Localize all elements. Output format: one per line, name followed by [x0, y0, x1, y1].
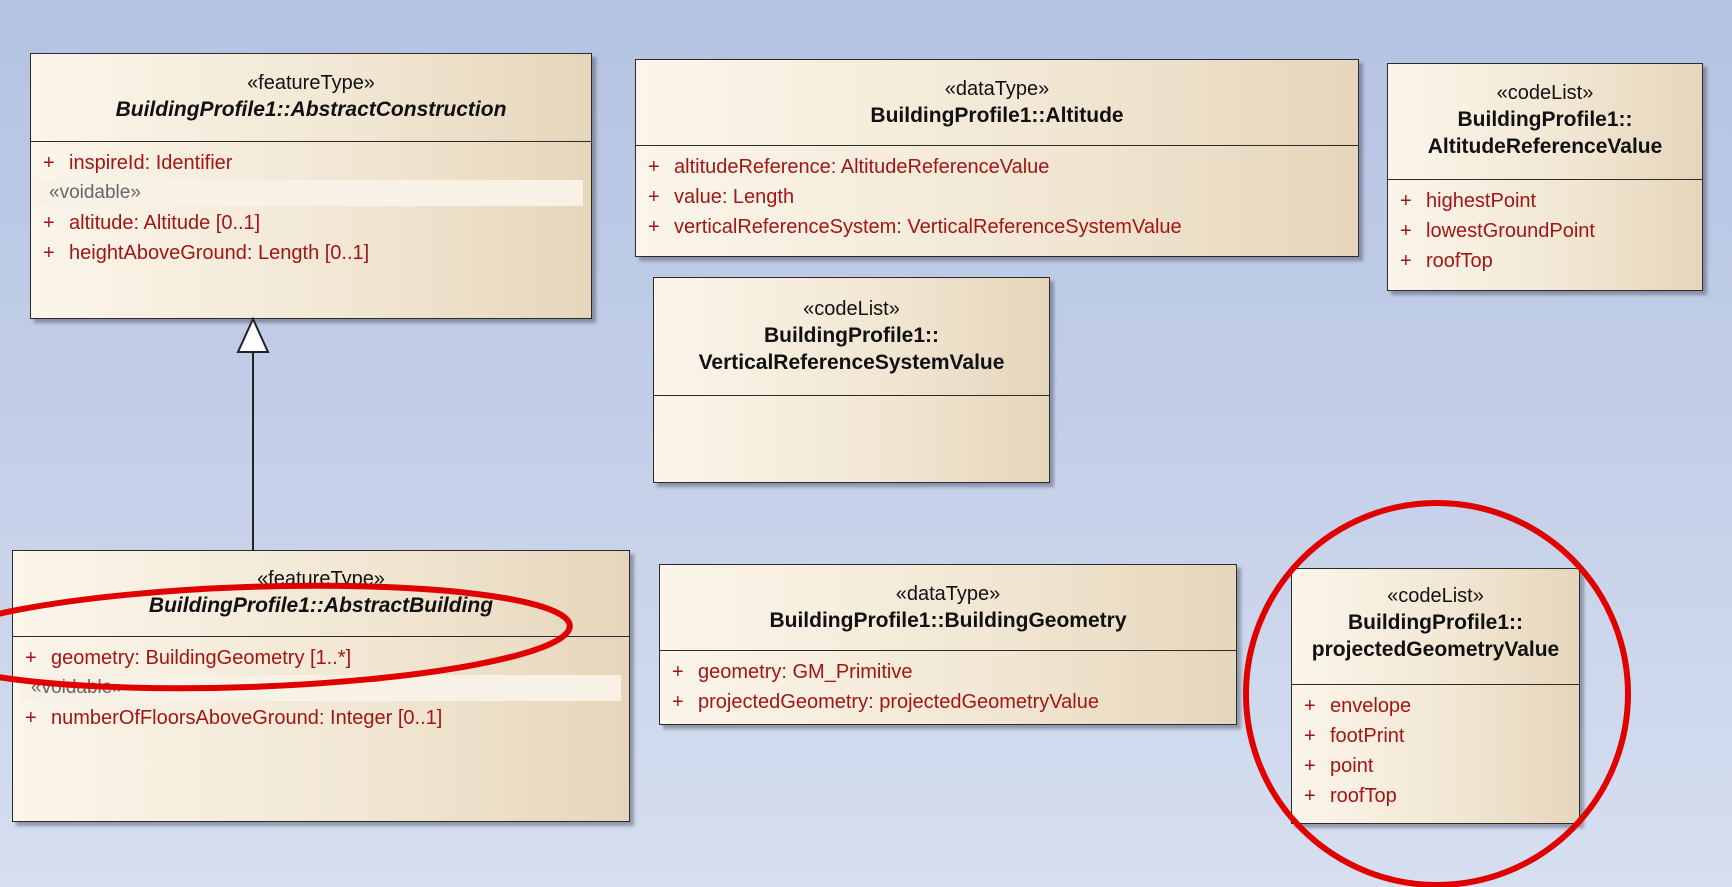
attribute-row[interactable]: + value: Length [636, 182, 1358, 212]
attribute-text: roofTop [1426, 250, 1493, 272]
class-projected-geometry-value[interactable]: «codeList» BuildingProfile1:: projectedG… [1291, 568, 1580, 824]
visibility-marker: + [1400, 250, 1412, 272]
attribute-text: geometry: GM_Primitive [698, 661, 913, 683]
attribute-list: + inspireId: Identifier «voidable» + altit… [31, 142, 591, 268]
attribute-text: point [1330, 755, 1374, 777]
visibility-marker: + [1400, 220, 1412, 242]
visibility-marker: + [648, 216, 660, 238]
attribute-text: altitude: Altitude [0..1] [69, 212, 261, 234]
voidable-section-label: «voidable» [21, 675, 621, 701]
class-name: BuildingProfile1::Altitude [870, 104, 1124, 127]
attribute-list: + highestPoint + lowestGroundPoint + roofTo… [1388, 180, 1702, 276]
attribute-row[interactable]: + point [1292, 751, 1579, 781]
attribute-list: + geometry: BuildingGeometry [1..*] «void… [13, 637, 629, 733]
visibility-marker: + [25, 707, 37, 729]
attribute-text: verticalReferenceSystem: VerticalReferen… [674, 216, 1182, 238]
visibility-marker: + [648, 156, 660, 178]
class-header: «featureType» BuildingProfile1::Abstract… [13, 551, 629, 637]
attribute-text: inspireId: Identifier [69, 152, 233, 174]
attribute-row[interactable]: + highestPoint [1388, 186, 1702, 216]
class-name-line2: projectedGeometryValue [1311, 638, 1560, 661]
attribute-row[interactable]: + geometry: BuildingGeometry [1..*] [13, 643, 629, 673]
attribute-row[interactable]: + roofTop [1388, 246, 1702, 276]
visibility-marker: + [43, 152, 55, 174]
attribute-text: geometry: BuildingGeometry [1..*] [51, 647, 352, 669]
attribute-text: heightAboveGround: Length [0..1] [69, 242, 370, 264]
class-header: «dataType» BuildingProfile1::BuildingGeo… [660, 565, 1236, 651]
stereotype-label: «codeList» [1496, 82, 1594, 104]
class-name-line2: AltitudeReferenceValue [1427, 135, 1663, 158]
visibility-marker: + [672, 691, 684, 713]
class-name-line1: BuildingProfile1:: [764, 324, 939, 347]
class-abstract-construction[interactable]: «featureType» BuildingProfile1::Abstract… [30, 53, 592, 319]
visibility-marker: + [648, 186, 660, 208]
visibility-marker: + [43, 242, 55, 264]
attribute-text: envelope [1330, 695, 1412, 717]
class-name: BuildingProfile1::BuildingGeometry [769, 609, 1127, 632]
attribute-list: + geometry: GM_Primitive + projectedGeomet… [660, 651, 1236, 717]
class-building-geometry[interactable]: «dataType» BuildingProfile1::BuildingGeo… [659, 564, 1237, 725]
class-altitude-reference-value[interactable]: «codeList» BuildingProfile1:: AltitudeRe… [1387, 63, 1703, 291]
attribute-row[interactable]: + projectedGeometry: projectedGeometryVal… [660, 687, 1236, 717]
visibility-marker: + [672, 661, 684, 683]
generalization-arrowhead-icon [236, 316, 270, 353]
class-header: «codeList» BuildingProfile1:: AltitudeRe… [1388, 64, 1702, 180]
class-name-line1: BuildingProfile1:: [1348, 611, 1523, 634]
attribute-row[interactable]: + footPrint [1292, 721, 1579, 751]
attribute-text: highestPoint [1426, 190, 1537, 212]
stereotype-label: «dataType» [944, 78, 1050, 100]
stereotype-label: «featureType» [247, 72, 375, 94]
attribute-row[interactable]: + altitude: Altitude [0..1] [31, 208, 591, 238]
class-vertical-reference-system-value[interactable]: «codeList» BuildingProfile1:: VerticalRe… [653, 277, 1050, 483]
attribute-text: footPrint [1330, 725, 1405, 747]
stereotype-label: «featureType» [257, 568, 385, 590]
attribute-row[interactable]: + altitudeReference: AltitudeReferenceVal… [636, 152, 1358, 182]
class-name: BuildingProfile1::AbstractBuilding [148, 594, 494, 617]
attribute-row[interactable]: + numberOfFloorsAboveGround: Integer [0..… [13, 703, 629, 733]
class-header: «codeList» BuildingProfile1:: projectedG… [1292, 569, 1579, 685]
class-abstract-building[interactable]: «featureType» BuildingProfile1::Abstract… [12, 550, 630, 822]
visibility-marker: + [1304, 695, 1316, 717]
attribute-row[interactable]: + heightAboveGround: Length [0..1] [31, 238, 591, 268]
visibility-marker: + [1400, 190, 1412, 212]
attribute-text: projectedGeometry: projectedGeometryValu… [698, 691, 1099, 713]
visibility-marker: + [1304, 785, 1316, 807]
attribute-row[interactable]: + verticalReferenceSystem: VerticalRefere… [636, 212, 1358, 242]
stereotype-label: «codeList» [803, 298, 900, 320]
attribute-text: value: Length [674, 186, 795, 208]
class-name: BuildingProfile1::AbstractConstruction [115, 98, 507, 121]
visibility-marker: + [1304, 725, 1316, 747]
attribute-row[interactable]: + geometry: GM_Primitive [660, 657, 1236, 687]
class-header: «featureType» BuildingProfile1::Abstract… [31, 54, 591, 142]
class-altitude[interactable]: «dataType» BuildingProfile1::Altitude + a… [635, 59, 1359, 257]
visibility-marker: + [1304, 755, 1316, 777]
voidable-section-label: «voidable» [39, 180, 583, 206]
attribute-list: + envelope + footPrint + point + roofTop [1292, 685, 1579, 811]
class-header: «codeList» BuildingProfile1:: VerticalRe… [654, 278, 1049, 396]
class-name-line2: VerticalReferenceSystemValue [698, 351, 1005, 374]
stereotype-label: «codeList» [1387, 585, 1484, 607]
attribute-row[interactable]: + roofTop [1292, 781, 1579, 811]
visibility-marker: + [25, 647, 37, 669]
stereotype-label: «dataType» [895, 583, 1001, 605]
attribute-text: lowestGroundPoint [1426, 220, 1595, 242]
attribute-text: altitudeReference: AltitudeReferenceValu… [674, 156, 1050, 178]
attribute-row[interactable]: + inspireId: Identifier [31, 148, 591, 178]
attribute-text: roofTop [1330, 785, 1397, 807]
visibility-marker: + [43, 212, 55, 234]
class-name-line1: BuildingProfile1:: [1457, 108, 1633, 131]
attribute-text: numberOfFloorsAboveGround: Integer [0..1… [51, 707, 443, 729]
class-header: «dataType» BuildingProfile1::Altitude [636, 60, 1358, 146]
attribute-list: + altitudeReference: AltitudeReferenceVal… [636, 146, 1358, 242]
attribute-row[interactable]: + lowestGroundPoint [1388, 216, 1702, 246]
attribute-row[interactable]: + envelope [1292, 691, 1579, 721]
